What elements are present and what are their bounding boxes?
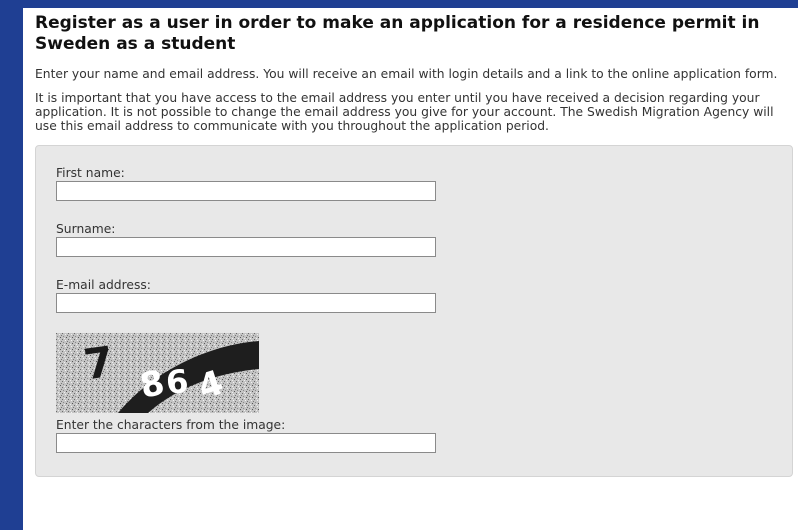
svg-text:6: 6 [164, 362, 190, 402]
email-group: E-mail address: [56, 278, 436, 313]
main-content: Register as a user in order to make an a… [23, 8, 795, 477]
captcha-group: Enter the characters from the image: [56, 418, 436, 453]
intro-text: Enter your name and email address. You w… [35, 67, 778, 81]
captcha-image: 7 8 6 4 [56, 333, 259, 413]
registration-form: First name: Surname: E-mail address: 7 8… [35, 145, 793, 477]
notice-text: It is important that you have access to … [35, 91, 774, 133]
page-panel: Register as a user in order to make an a… [23, 8, 798, 530]
surname-label: Surname: [56, 222, 116, 236]
email-label: E-mail address: [56, 278, 151, 292]
captcha-input[interactable] [56, 433, 436, 453]
first-name-group: First name: [56, 166, 436, 201]
surname-group: Surname: [56, 222, 436, 257]
surname-input[interactable] [56, 237, 436, 257]
email-input[interactable] [56, 293, 436, 313]
page-title: Register as a user in order to make an a… [35, 13, 760, 54]
captcha-label: Enter the characters from the image: [56, 418, 286, 432]
first-name-label: First name: [56, 166, 125, 180]
first-name-input[interactable] [56, 181, 436, 201]
